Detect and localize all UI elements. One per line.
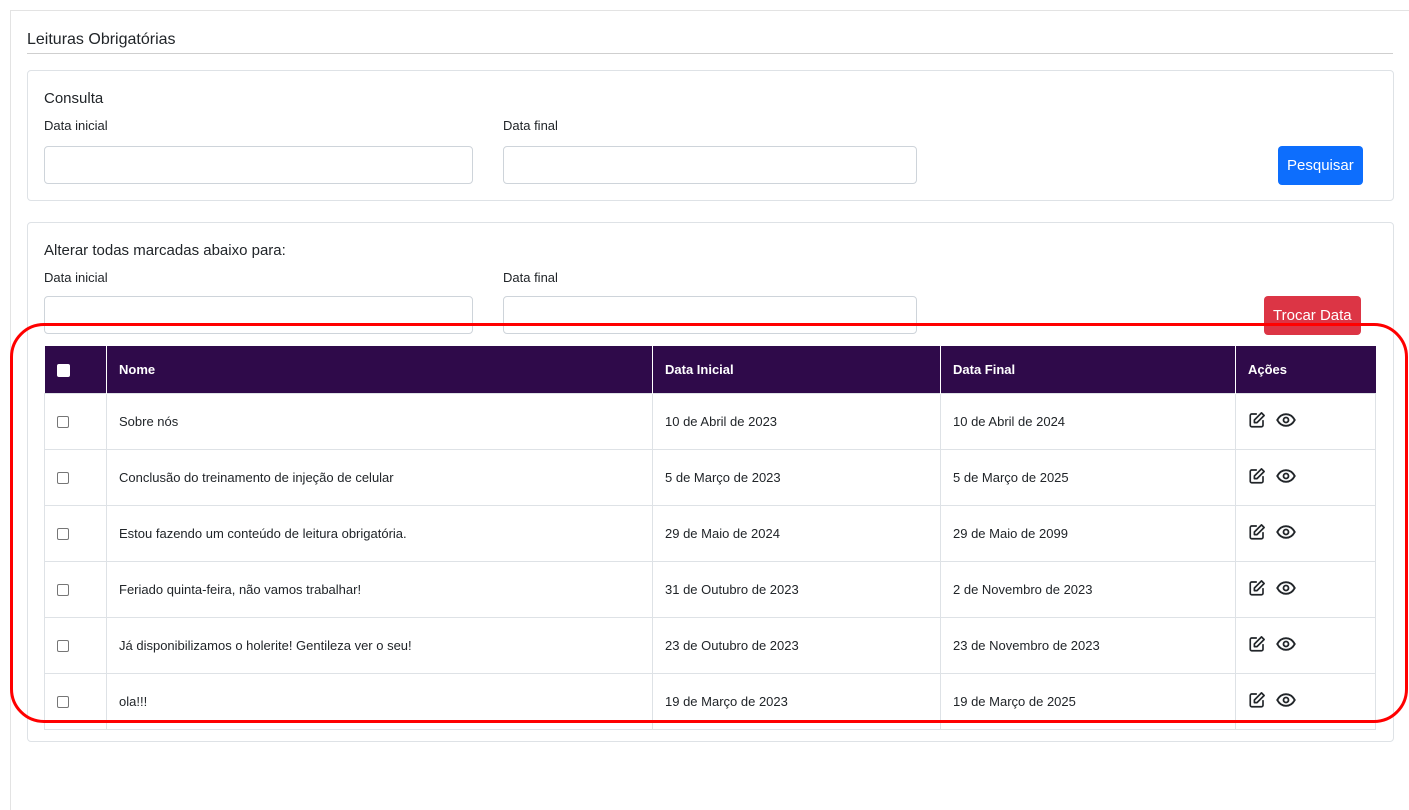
row-select-cell (44, 560, 107, 618)
alterar-end-date-input[interactable] (503, 296, 917, 334)
eye-icon[interactable] (1276, 692, 1296, 711)
consulta-end-date-input[interactable] (503, 146, 917, 184)
row-start-date: 10 de Abril de 2023 (652, 392, 941, 450)
header-actions: Ações (1235, 346, 1376, 393)
row-start-date: 19 de Março de 2023 (652, 672, 941, 730)
row-actions (1235, 672, 1376, 730)
table-row: Já disponibilizamos o holerite! Gentilez… (44, 616, 1376, 674)
eye-icon[interactable] (1276, 636, 1296, 655)
row-checkbox[interactable] (57, 640, 69, 653)
row-end-date: 5 de Março de 2025 (940, 448, 1236, 506)
row-checkbox[interactable] (57, 472, 69, 485)
eye-icon[interactable] (1276, 524, 1296, 543)
consulta-start-date-input[interactable] (44, 146, 473, 184)
row-select-cell (44, 392, 107, 450)
row-actions (1235, 504, 1376, 562)
table-row: Conclusão do treinamento de injeção de c… (44, 448, 1376, 506)
row-start-date: 23 de Outubro de 2023 (652, 616, 941, 674)
table-header-row: Nome Data Inicial Data Final Ações (44, 346, 1376, 393)
search-button[interactable]: Pesquisar (1278, 146, 1363, 185)
eye-icon[interactable] (1276, 580, 1296, 599)
row-actions (1235, 448, 1376, 506)
row-select-cell (44, 448, 107, 506)
row-name: Estou fazendo um conteúdo de leitura obr… (106, 504, 653, 562)
consulta-card: Consulta Data inicial Data final Pesquis… (27, 70, 1394, 201)
page-title: Leituras Obrigatórias (27, 31, 176, 48)
row-name: Já disponibilizamos o holerite! Gentilez… (106, 616, 653, 674)
edit-icon[interactable] (1248, 411, 1266, 432)
row-select-cell (44, 616, 107, 674)
eye-icon[interactable] (1276, 468, 1296, 487)
table-row: Estou fazendo um conteúdo de leitura obr… (44, 504, 1376, 562)
row-name: ola!!! (106, 672, 653, 730)
table-row: Feriado quinta-feira, não vamos trabalha… (44, 560, 1376, 618)
row-name: Conclusão do treinamento de injeção de c… (106, 448, 653, 506)
row-end-date: 10 de Abril de 2024 (940, 392, 1236, 450)
row-start-date: 5 de Março de 2023 (652, 448, 941, 506)
row-select-cell (44, 504, 107, 562)
row-name: Sobre nós (106, 392, 653, 450)
eye-icon[interactable] (1276, 412, 1296, 431)
row-checkbox[interactable] (57, 584, 69, 597)
row-checkbox[interactable] (57, 696, 69, 709)
alterar-start-date-input[interactable] (44, 296, 473, 334)
row-end-date: 19 de Março de 2025 (940, 672, 1236, 730)
row-select-cell (44, 672, 107, 730)
readings-table: Nome Data Inicial Data Final Ações Sobre… (44, 346, 1376, 730)
row-end-date: 23 de Novembro de 2023 (940, 616, 1236, 674)
alterar-heading: Alterar todas marcadas abaixo para: (44, 242, 286, 259)
edit-icon[interactable] (1248, 691, 1266, 712)
alterar-end-label: Data final (503, 270, 558, 285)
header-name[interactable]: Nome (106, 346, 653, 393)
alterar-start-label: Data inicial (44, 270, 108, 285)
select-all-checkbox[interactable] (56, 363, 70, 377)
row-actions (1235, 560, 1376, 618)
row-end-date: 2 de Novembro de 2023 (940, 560, 1236, 618)
table-row: Sobre nós 10 de Abril de 2023 10 de Abril … (44, 392, 1376, 450)
row-actions (1235, 392, 1376, 450)
row-actions (1235, 616, 1376, 674)
edit-icon[interactable] (1248, 579, 1266, 600)
header-end-date[interactable]: Data Final (940, 346, 1236, 393)
consulta-heading: Consulta (44, 90, 104, 107)
row-name: Feriado quinta-feira, não vamos trabalha… (106, 560, 653, 618)
edit-icon[interactable] (1248, 523, 1266, 544)
table-row: ola!!! 19 de Março de 2023 19 de Março de … (44, 672, 1376, 730)
row-start-date: 29 de Maio de 2024 (652, 504, 941, 562)
select-all-cell (44, 346, 107, 393)
consulta-start-label: Data inicial (44, 118, 108, 133)
change-date-button[interactable]: Trocar Data (1264, 296, 1361, 335)
row-checkbox[interactable] (57, 528, 69, 541)
row-checkbox[interactable] (57, 416, 69, 429)
title-divider (27, 53, 1393, 54)
header-start-date[interactable]: Data Inicial (652, 346, 941, 393)
consulta-end-label: Data final (503, 118, 558, 133)
row-end-date: 29 de Maio de 2099 (940, 504, 1236, 562)
edit-icon[interactable] (1248, 635, 1266, 656)
row-start-date: 31 de Outubro de 2023 (652, 560, 941, 618)
edit-icon[interactable] (1248, 467, 1266, 488)
